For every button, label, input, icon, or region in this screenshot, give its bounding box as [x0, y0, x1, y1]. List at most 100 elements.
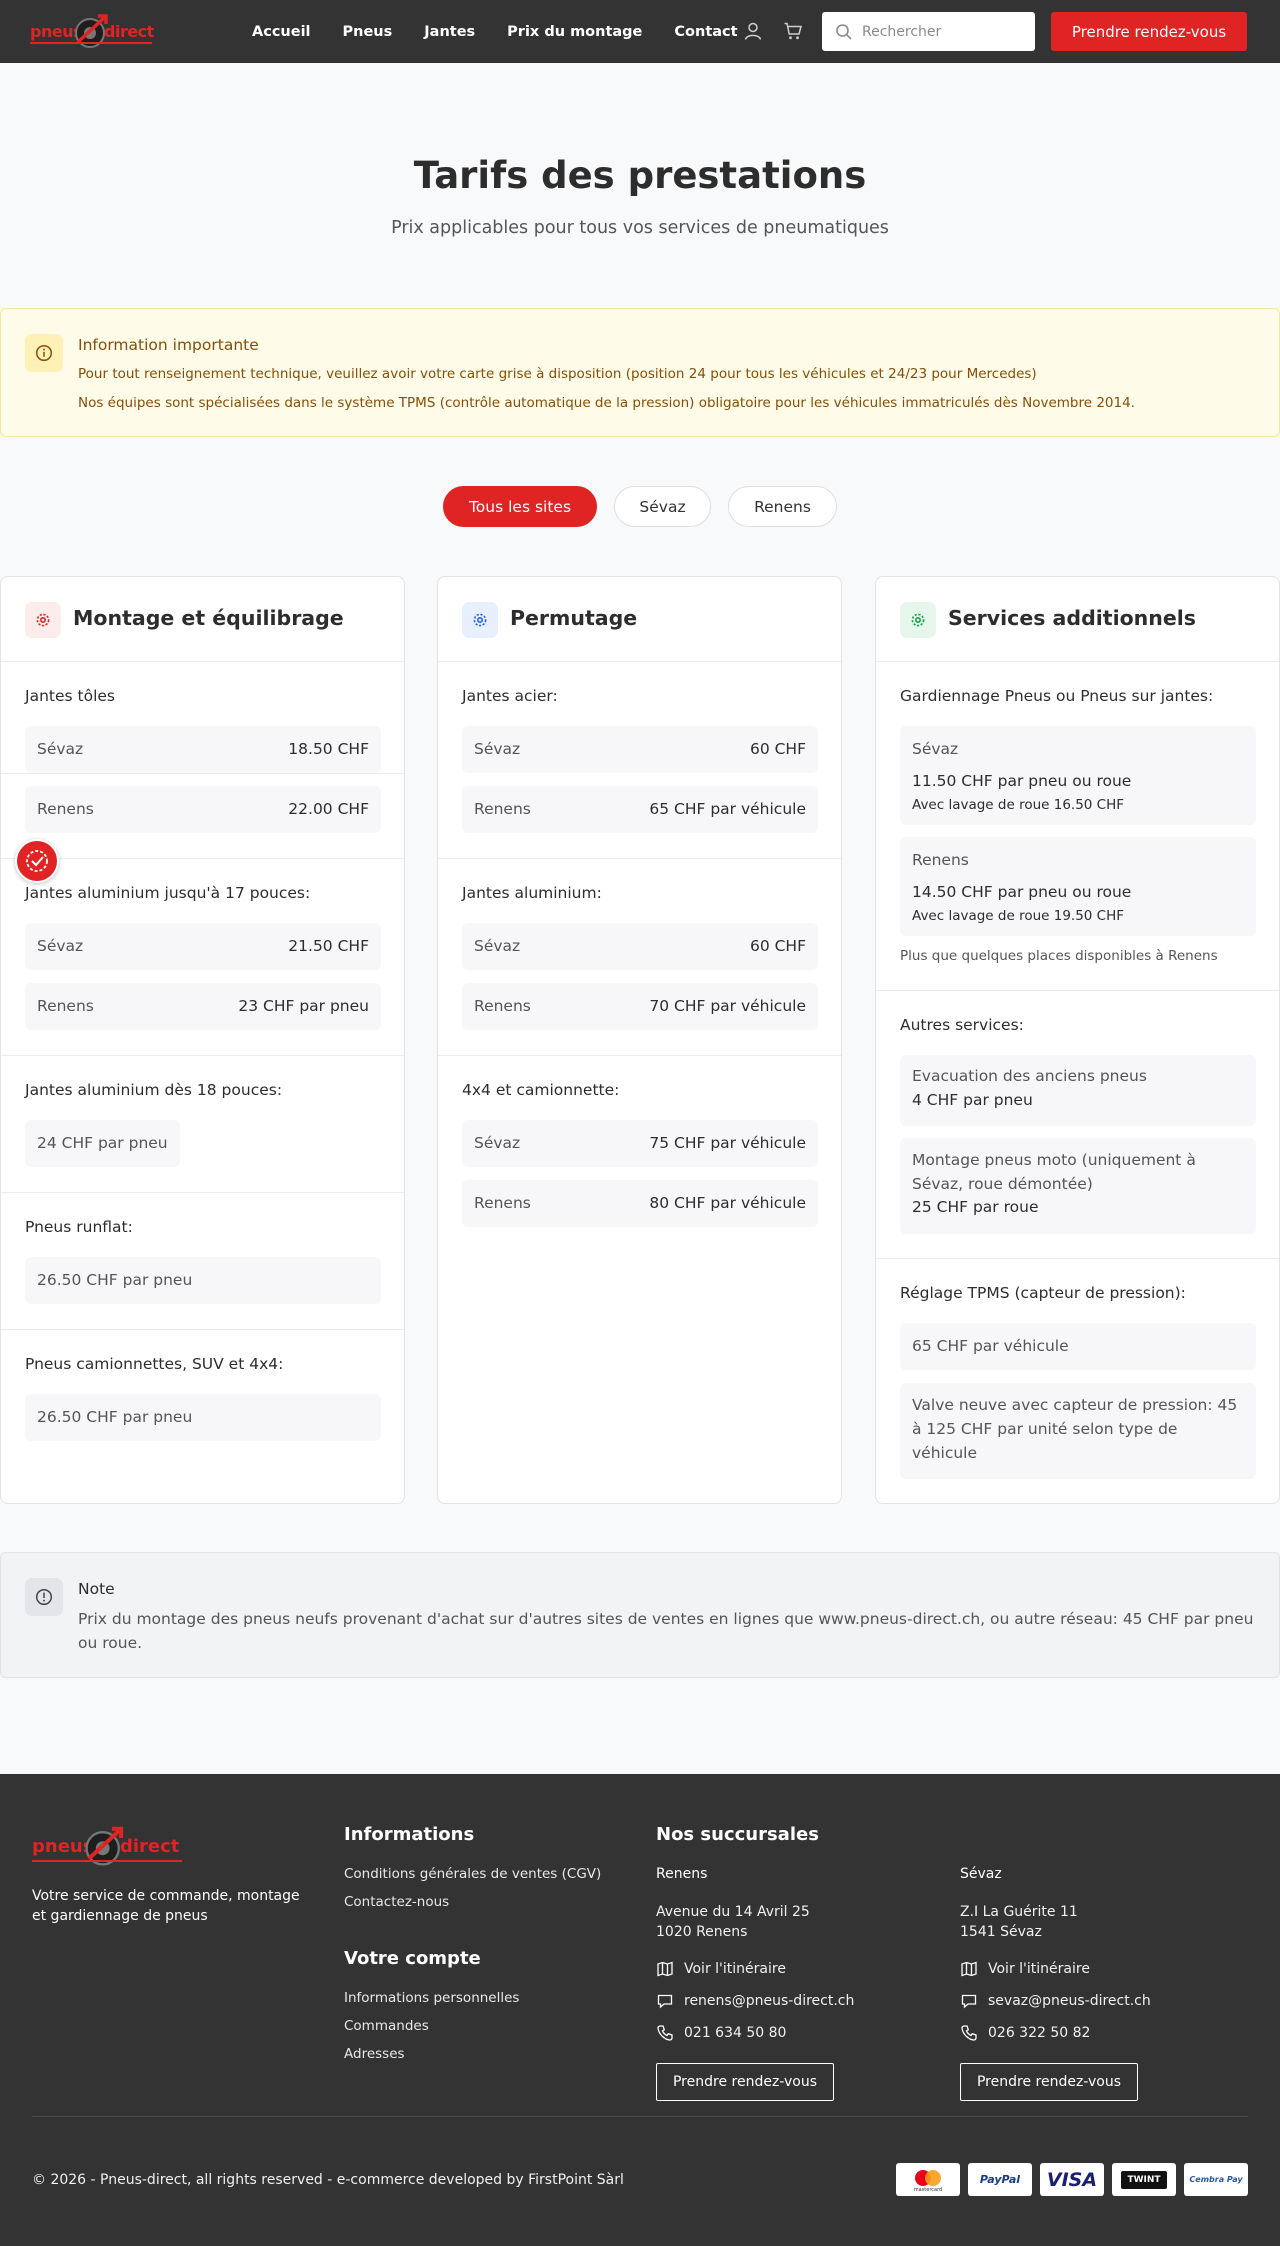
logo-underline [32, 1860, 182, 1862]
price-value: 25 CHF par roue [912, 1198, 1039, 1216]
nav-prix-du-montage[interactable]: Prix du montage [507, 24, 642, 40]
route-label: Voir l'itinéraire [988, 1961, 1090, 1977]
cart-icon[interactable] [783, 21, 803, 41]
note-banner: Note Prix du montage des pneus neufs pro… [0, 1552, 1280, 1678]
price-value: 18.50 CHF [288, 740, 369, 758]
footer-tagline: Votre service de commande, montage et ga… [32, 1888, 300, 1924]
price-value: 23 CHF par pneu [238, 997, 369, 1015]
availability-note: Plus que quelques places disponibles à R… [900, 948, 1218, 964]
nav-jantes[interactable]: Jantes [424, 24, 475, 40]
email-label: sevaz@pneus-direct.ch [988, 1993, 1151, 2009]
footer-logo[interactable]: pneus direct [32, 1824, 182, 1870]
divider [1, 1055, 404, 1056]
phone-label: 026 322 50 82 [988, 2025, 1091, 2041]
book-appointment-button[interactable]: Prendre rendez-vous [1051, 12, 1247, 51]
branch-book-button-renens[interactable]: Prendre rendez-vous [656, 2063, 834, 2101]
map-icon [961, 1961, 977, 1977]
branch-phone-link[interactable]: 021 634 50 80 [656, 2024, 786, 2042]
section-title: Réglage TPMS (capteur de pression): [900, 1284, 1186, 1302]
section-title: Jantes aluminium dès 18 pouces: [25, 1081, 283, 1099]
branch-address-line-1: Z.I La Guérite 11 [960, 1904, 1078, 1920]
footer-branches-title: Nos succursales [656, 1824, 819, 1845]
price-row: Sévaz 18.50 CHF [25, 726, 381, 773]
logo-underline [30, 42, 152, 44]
site-label: Renens [474, 800, 531, 818]
divider [876, 1258, 1279, 1259]
price-row: Renens 80 CHF par véhicule [462, 1180, 818, 1227]
branch-book-button-sevaz[interactable]: Prendre rendez-vous [960, 2063, 1138, 2101]
footer-link-cgv[interactable]: Conditions générales de ventes (CGV) [344, 1866, 601, 1882]
divider [876, 990, 1279, 991]
price-value: 11.50 CHF par pneu ou roue [912, 772, 1132, 790]
search-input[interactable] [862, 23, 1022, 40]
section-title: Pneus runflat: [25, 1218, 133, 1236]
price-value: 22.00 CHF [288, 800, 369, 818]
price-chip: 24 CHF par pneu [25, 1120, 180, 1167]
card-montage-equilibrage: Montage et équilibrage Jantes tôles Séva… [0, 576, 405, 1504]
branch-route-link[interactable]: Voir l'itinéraire [960, 1960, 1090, 1978]
section-title: Jantes aluminium: [462, 884, 602, 902]
valve-text: Valve neuve avec capteur de pression: 45… [912, 1396, 1238, 1462]
search-icon [836, 23, 852, 40]
copyright-text: © 2026 - Pneus-direct, all rights reserv… [32, 2172, 624, 2188]
phone-label: 021 634 50 80 [684, 2025, 787, 2041]
site-label: Sévaz [474, 1134, 521, 1152]
section-title: Gardiennage Pneus ou Pneus sur jantes: [900, 687, 1214, 705]
price-value: 60 CHF [749, 937, 806, 955]
divider [1, 1329, 404, 1330]
service-label: Montage pneus moto (uniquement à Sévaz, … [912, 1151, 1196, 1193]
divider [438, 858, 841, 859]
accessibility-button[interactable] [15, 839, 59, 883]
footer-link-addresses[interactable]: Adresses [344, 2046, 405, 2062]
nav-pneus[interactable]: Pneus [343, 24, 393, 40]
info-icon [25, 334, 63, 372]
gear-icon [462, 602, 498, 638]
footer-link-personal-info[interactable]: Informations personnelles [344, 1990, 519, 2006]
card-permutage: Permutage Jantes acier: Sévaz 60 CHF Ren… [437, 576, 842, 1504]
valve-box: Valve neuve avec capteur de pression: 45… [900, 1383, 1256, 1479]
paypal-logo: PayPal [968, 2163, 1032, 2196]
price-value: 21.50 CHF [288, 937, 369, 955]
filter-tous-les-sites[interactable]: Tous les sites [443, 486, 597, 527]
twint-logo: TWINT [1112, 2163, 1176, 2196]
price-row: Sévaz 75 CHF par véhicule [462, 1120, 818, 1167]
price-row: Sévaz 60 CHF [462, 726, 818, 773]
branch-address-line-1: Avenue du 14 Avril 25 [656, 1904, 810, 1920]
branch-email-link[interactable]: sevaz@pneus-direct.ch [960, 1992, 1151, 2010]
card-header: Montage et équilibrage [1, 577, 404, 662]
phone-icon [657, 2025, 673, 2041]
user-icon[interactable] [743, 21, 763, 41]
footer-link-contact[interactable]: Contactez-nous [344, 1894, 449, 1910]
filter-renens[interactable]: Renens [728, 486, 837, 527]
price-value: 14.50 CHF par pneu ou roue [912, 883, 1132, 901]
price-row: Renens 22.00 CHF [25, 786, 381, 833]
page-title: Tarifs des prestations [413, 154, 867, 197]
nav-accueil[interactable]: Accueil [252, 24, 311, 40]
search-box[interactable] [822, 12, 1035, 51]
chat-icon [657, 1994, 673, 2009]
branch-route-link[interactable]: Voir l'itinéraire [656, 1960, 786, 1978]
section-title: Jantes aluminium jusqu'à 17 pouces: [25, 884, 311, 902]
divider [1, 1192, 404, 1193]
section-title: Autres services: [900, 1016, 1024, 1034]
site-label: Renens [912, 851, 969, 869]
site-label: Sévaz [912, 740, 959, 758]
logo-text-right: direct [120, 1836, 180, 1857]
filter-sevaz[interactable]: Sévaz [614, 486, 711, 527]
site-logo[interactable]: pneus direct [30, 12, 154, 52]
branch-phone-link[interactable]: 026 322 50 82 [960, 2024, 1090, 2042]
service-box: Montage pneus moto (uniquement à Sévaz, … [900, 1138, 1256, 1234]
footer-link-orders[interactable]: Commandes [344, 2018, 429, 2034]
card-services-additionnels: Services additionnels Gardiennage Pneus … [875, 576, 1280, 1504]
card-title: Permutage [510, 606, 638, 630]
price-chip: 26.50 CHF par pneu [25, 1257, 381, 1304]
branch-address-line-2: 1541 Sévaz [960, 1924, 1042, 1940]
price-extra: Avec lavage de roue 16.50 CHF [912, 797, 1125, 813]
note-body: Prix du montage des pneus neufs provenan… [78, 1610, 1254, 1652]
price-value: 70 CHF par véhicule [649, 997, 806, 1015]
section-title: Jantes acier: [462, 687, 558, 705]
branch-email-link[interactable]: renens@pneus-direct.ch [656, 1992, 854, 2010]
price-row: Renens 23 CHF par pneu [25, 983, 381, 1030]
nav-contact[interactable]: Contact [674, 24, 737, 40]
price-value: 4 CHF par pneu [912, 1091, 1033, 1109]
